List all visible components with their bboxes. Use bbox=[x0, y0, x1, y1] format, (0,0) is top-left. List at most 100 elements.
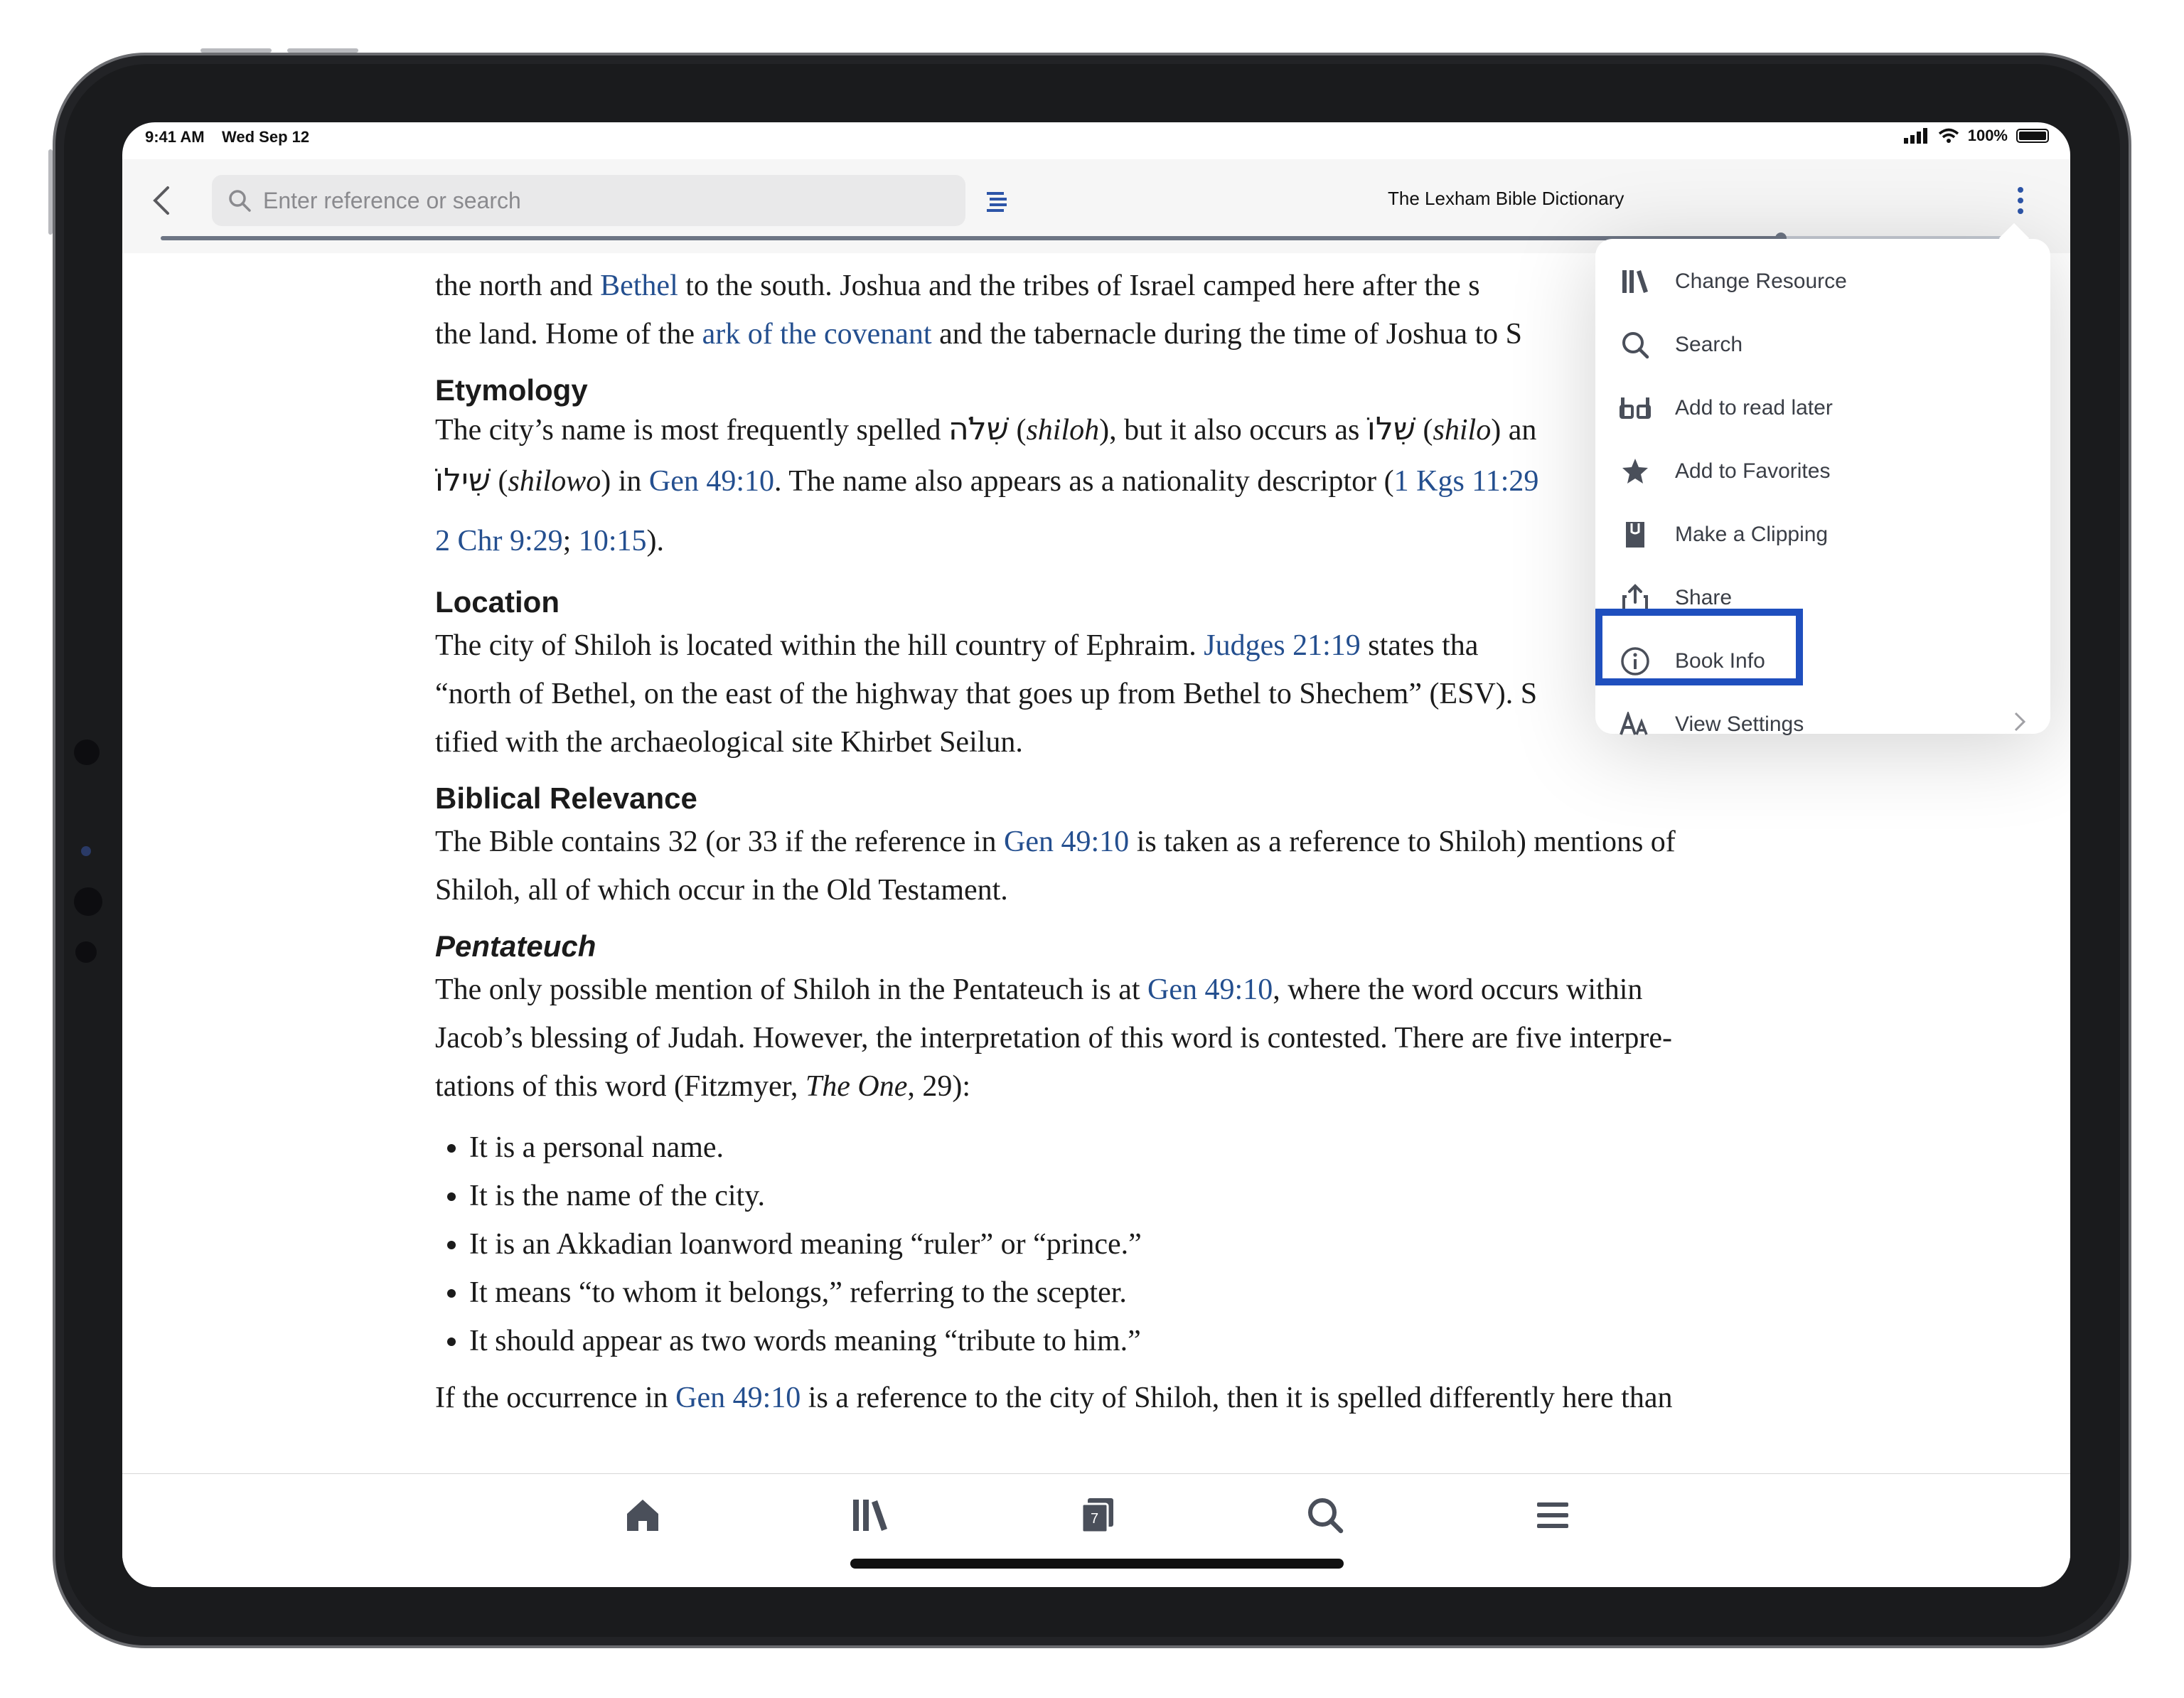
menu-item-label: Change Resource bbox=[1675, 269, 1847, 293]
text-run: to the south. Joshua and the tribes of I… bbox=[678, 269, 1480, 302]
tab-library[interactable] bbox=[850, 1495, 890, 1535]
list-item: It is the name of the city. bbox=[469, 1172, 1786, 1220]
pentateuch-line-2: Jacob’s blessing of Judah. However, the … bbox=[435, 1022, 1673, 1054]
etymology-line-1: The city’s name is most frequently spell… bbox=[435, 411, 1537, 447]
status-time: 9:41 AM bbox=[145, 128, 205, 146]
search-icon bbox=[1308, 1498, 1344, 1534]
bottom-tab-bar: 7 bbox=[122, 1473, 2070, 1587]
search-input[interactable]: Enter reference or search bbox=[212, 175, 965, 226]
read-later-icon bbox=[1620, 393, 1651, 424]
more-options-button[interactable] bbox=[2015, 186, 2026, 218]
pentateuch-line-1: The only possible mention of Shiloh in t… bbox=[435, 966, 1786, 1014]
text-run: the land. Home of the bbox=[435, 318, 702, 351]
side-camera-2 bbox=[74, 887, 102, 916]
menu-item-label: Share bbox=[1675, 586, 1733, 609]
menu-item-share[interactable]: Share bbox=[1595, 567, 2050, 629]
hebrew-word: שִׁלוֹ bbox=[1366, 411, 1416, 447]
pentateuch-line-3: tations of this word (Fitzmyer, The One,… bbox=[435, 1062, 1786, 1111]
scripture-link[interactable]: Gen 49:10 bbox=[649, 465, 774, 498]
etymology-line-2: שִׁילוֹ (shilowo) in Gen 49:10. The name… bbox=[435, 462, 1539, 498]
wifi-icon bbox=[1938, 128, 1959, 143]
menu-item-view-settings[interactable]: View Settings bbox=[1595, 693, 2050, 756]
interpretation-list: It is a personal name. It is the name of… bbox=[435, 1123, 1786, 1365]
top-button-2 bbox=[287, 48, 358, 53]
side-camera-1 bbox=[74, 739, 100, 765]
menu-item-change-resource[interactable]: Change Resource bbox=[1595, 250, 2050, 313]
document-title: The Lexham Bible Dictionary bbox=[1388, 188, 1624, 209]
transliteration: shilo bbox=[1433, 414, 1492, 447]
back-button[interactable] bbox=[151, 185, 172, 223]
transliteration: shiloh bbox=[1026, 414, 1100, 447]
status-right: 100% bbox=[1903, 127, 2049, 145]
hebrew-word: שִׁלֹה bbox=[948, 411, 1009, 447]
reading-progress-fill bbox=[161, 236, 1782, 240]
tab-menu[interactable] bbox=[1533, 1495, 1573, 1535]
scripture-link[interactable]: Gen 49:10 bbox=[675, 1382, 801, 1414]
search-placeholder: Enter reference or search bbox=[263, 187, 521, 213]
hebrew-word: שִׁילוֹ bbox=[435, 462, 491, 498]
scripture-link[interactable]: Gen 49:10 bbox=[1004, 826, 1129, 858]
battery-percent: 100% bbox=[1967, 127, 2008, 144]
link-ark-of-the-covenant[interactable]: ark of the covenant bbox=[702, 318, 932, 351]
text-run: is a reference to the city of Shiloh, th… bbox=[801, 1382, 1673, 1414]
text-run: states tha bbox=[1360, 629, 1479, 662]
menu-item-label: Make a Clipping bbox=[1675, 523, 1829, 546]
scripture-link[interactable]: 1 Kgs 11:29 bbox=[1394, 465, 1539, 498]
menu-item-label: Add to read later bbox=[1675, 396, 1833, 420]
heading-pentateuch: Pentateuch bbox=[435, 929, 596, 963]
panels-count: 7 bbox=[1091, 1511, 1099, 1527]
more-vertical-icon bbox=[2018, 187, 2023, 214]
menu-item-add-to-favorites[interactable]: Add to Favorites bbox=[1595, 440, 2050, 503]
table-of-contents-button[interactable] bbox=[987, 191, 1008, 217]
relevance-line-1: The Bible contains 32 (or 33 if the refe… bbox=[435, 818, 1786, 866]
toc-icon bbox=[987, 192, 1007, 212]
menu-item-add-to-read-later[interactable]: Add to read later bbox=[1595, 377, 2050, 439]
status-bar: 9:41 AM Wed Sep 12 100% bbox=[122, 122, 2070, 159]
menu-item-book-info[interactable]: Book Info bbox=[1595, 630, 2050, 693]
search-icon bbox=[229, 190, 251, 212]
menu-icon bbox=[1537, 1502, 1568, 1528]
text-run: ) an bbox=[1491, 414, 1537, 447]
home-icon bbox=[627, 1500, 658, 1531]
location-line-2: “north of Bethel, on the east of the hig… bbox=[435, 678, 1538, 710]
text-run: The only possible mention of Shiloh in t… bbox=[435, 973, 1148, 1006]
star-icon bbox=[1620, 456, 1651, 487]
intro-line-2: the land. Home of the ark of the covenan… bbox=[435, 310, 1786, 358]
top-button-1 bbox=[200, 48, 272, 53]
battery-icon bbox=[2016, 129, 2049, 143]
menu-item-make-a-clipping[interactable]: Make a Clipping bbox=[1595, 503, 2050, 566]
text-size-icon bbox=[1620, 709, 1651, 740]
article-content: the north and Bethel to the south. Joshu… bbox=[435, 262, 1786, 1422]
menu-item-label: Book Info bbox=[1675, 649, 1765, 673]
list-item: It means “to whom it belongs,” referring… bbox=[469, 1269, 1786, 1317]
tab-home[interactable] bbox=[623, 1495, 663, 1535]
scripture-link[interactable]: Gen 49:10 bbox=[1147, 973, 1273, 1006]
list-item: It is an Akkadian loanword meaning “rule… bbox=[469, 1220, 1786, 1269]
tab-search[interactable] bbox=[1305, 1495, 1345, 1535]
book-title: The One bbox=[805, 1070, 908, 1103]
signal-icon bbox=[1903, 128, 1927, 144]
text-run: , where the word occurs within bbox=[1273, 973, 1643, 1006]
text-run: , 29): bbox=[907, 1070, 971, 1103]
tab-panels[interactable]: 7 bbox=[1078, 1495, 1118, 1535]
menu-item-search[interactable]: Search bbox=[1595, 314, 2050, 376]
home-indicator bbox=[850, 1559, 1344, 1569]
transliteration: shilowo bbox=[508, 465, 601, 498]
link-bethel[interactable]: Bethel bbox=[600, 269, 678, 302]
text-run: the north and bbox=[435, 269, 601, 302]
heading-biblical-relevance: Biblical Relevance bbox=[435, 781, 697, 815]
scripture-link[interactable]: 2 Chr 9:29 bbox=[435, 525, 563, 557]
scripture-link[interactable]: Judges 21:19 bbox=[1204, 629, 1361, 662]
scripture-link[interactable]: 10:15 bbox=[579, 525, 647, 557]
library-icon bbox=[1620, 266, 1651, 297]
text-run: The Bible contains 32 (or 33 if the refe… bbox=[435, 826, 1005, 858]
location-line-1: The city of Shiloh is located within the… bbox=[435, 621, 1786, 670]
options-menu: Change Resource Search Add to read later… bbox=[1595, 239, 2050, 736]
side-sensor bbox=[81, 846, 91, 856]
list-item: It is a personal name. bbox=[469, 1123, 1786, 1172]
screen: 9:41 AM Wed Sep 12 100% Enter reference … bbox=[122, 122, 2070, 1587]
text-run: If the occurrence in bbox=[435, 1382, 676, 1414]
text-run: tations of this word (Fitzmyer, bbox=[435, 1070, 805, 1103]
library-icon bbox=[853, 1500, 887, 1531]
pentateuch-last-line: If the occurrence in Gen 49:10 is a refe… bbox=[435, 1374, 1786, 1422]
